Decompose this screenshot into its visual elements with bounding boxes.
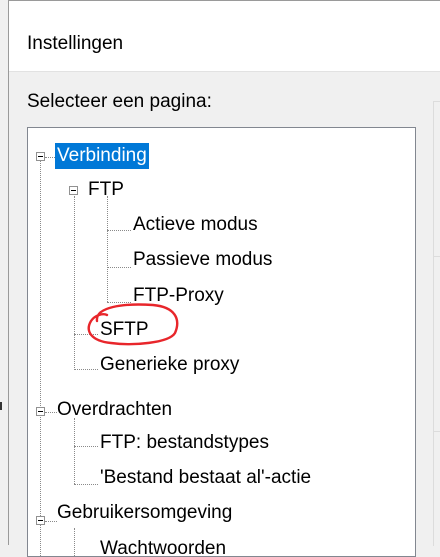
tree-item-sftp[interactable]: SFTP	[98, 317, 151, 343]
tree-item-gebruikersomgeving[interactable]: Gebruikersomgeving	[55, 500, 234, 526]
tree-item-passieve-modus[interactable]: Passieve modus	[131, 247, 274, 273]
window-edge-mark	[0, 402, 2, 410]
select-page-label: Selecteer een pagina:	[27, 91, 212, 112]
settings-dialog: Instellingen Selecteer een pagina: Verbi…	[8, 0, 440, 557]
collapse-ftp-icon[interactable]	[69, 186, 78, 195]
settings-page-panel-edge	[433, 101, 440, 546]
tree-item-overdrachten[interactable]: Overdrachten	[55, 397, 174, 423]
tree-item-wachtwoorden[interactable]: Wachtwoorden	[98, 536, 228, 556]
tree-content: Verbinding FTP Actieve modus Passieve mo…	[28, 128, 415, 556]
collapse-gebruikersomgeving-icon[interactable]	[36, 516, 45, 525]
tree-item-bestand-bestaat-al-actie[interactable]: 'Bestand bestaat al'-actie	[98, 465, 313, 491]
tree-item-ftp[interactable]: FTP	[86, 177, 126, 203]
tree-item-ftp-bestandstypes[interactable]: FTP: bestandstypes	[98, 430, 271, 456]
title-bar: Instellingen	[9, 1, 440, 72]
tree-item-verbinding[interactable]: Verbinding	[55, 143, 149, 169]
collapse-verbinding-icon[interactable]	[36, 152, 45, 161]
tree-item-ftp-proxy[interactable]: FTP-Proxy	[131, 283, 226, 309]
tree-item-actieve-modus[interactable]: Actieve modus	[131, 212, 260, 238]
dialog-title: Instellingen	[27, 33, 124, 54]
collapse-overdrachten-icon[interactable]	[36, 407, 45, 416]
tree-item-generieke-proxy[interactable]: Generieke proxy	[98, 352, 241, 378]
page-tree[interactable]: Verbinding FTP Actieve modus Passieve mo…	[27, 127, 416, 557]
